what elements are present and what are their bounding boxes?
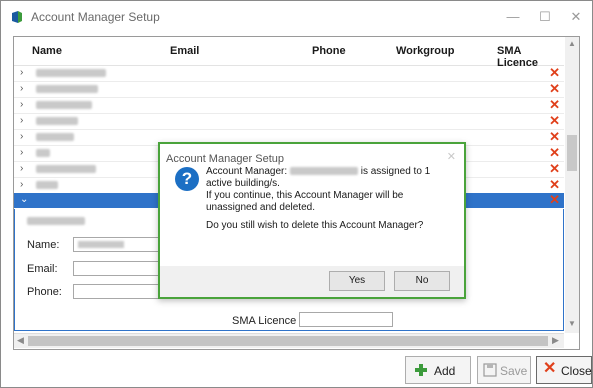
add-button-label: Add xyxy=(434,364,456,378)
minimize-button[interactable]: — xyxy=(499,7,527,27)
redacted-name-value xyxy=(78,241,124,248)
expand-icon[interactable]: › xyxy=(20,131,23,142)
scroll-left-icon[interactable]: ◀ xyxy=(17,335,24,346)
redacted-name xyxy=(36,101,92,109)
save-button-label: Save xyxy=(500,364,528,378)
column-header-name[interactable]: Name xyxy=(32,45,62,57)
window-close-button[interactable]: ✕ xyxy=(562,7,590,27)
table-row[interactable]: › ✕ xyxy=(14,65,564,82)
delete-icon[interactable]: ✕ xyxy=(549,145,560,161)
delete-icon[interactable]: ✕ xyxy=(549,129,560,145)
scroll-right-icon[interactable]: ▶ xyxy=(552,335,559,346)
vertical-scroll-thumb[interactable] xyxy=(567,135,577,171)
redacted-name xyxy=(36,133,74,141)
expand-icon[interactable]: › xyxy=(20,67,23,78)
account-manager-window: Account Manager Setup — ☐ ✕ Name Email P… xyxy=(0,0,593,388)
dialog-message: Account Manager: is assigned to 1 active… xyxy=(206,166,456,232)
sma-licence-label: SMA Licence : xyxy=(232,315,303,327)
delete-icon[interactable]: ✕ xyxy=(549,113,560,129)
plus-icon xyxy=(415,364,427,376)
phone-label: Phone: xyxy=(27,286,62,298)
save-button[interactable]: Save xyxy=(477,356,531,384)
redacted-name xyxy=(36,85,98,93)
redacted-name xyxy=(36,69,106,77)
delete-icon[interactable]: ✕ xyxy=(549,192,560,208)
collapse-icon[interactable]: ⌄ xyxy=(20,194,28,205)
name-label: Name: xyxy=(27,239,60,251)
delete-icon[interactable]: ✕ xyxy=(549,97,560,113)
sma-licence-field[interactable] xyxy=(299,312,393,327)
floppy-disk-icon xyxy=(483,363,497,377)
dialog-question: Do you still wish to delete this Account… xyxy=(206,220,424,231)
horizontal-scrollbar[interactable]: ◀ ▶ xyxy=(14,333,564,348)
table-row[interactable]: › ✕ xyxy=(14,81,564,98)
redacted-name xyxy=(36,165,96,173)
expand-icon[interactable]: › xyxy=(20,163,23,174)
email-label: Email: xyxy=(27,263,58,275)
delete-icon[interactable]: ✕ xyxy=(549,161,560,177)
scroll-up-icon[interactable]: ▲ xyxy=(565,39,579,48)
redacted-name xyxy=(36,181,58,189)
question-icon: ? xyxy=(175,167,199,191)
add-button[interactable]: Add xyxy=(405,356,471,384)
delete-icon[interactable]: ✕ xyxy=(549,81,560,97)
grid-header: Name Email Phone Workgroup SMA Licence xyxy=(14,37,564,69)
expand-icon[interactable]: › xyxy=(20,179,23,190)
window-title: Account Manager Setup xyxy=(31,10,160,24)
column-header-phone[interactable]: Phone xyxy=(312,45,346,57)
horizontal-scroll-thumb[interactable] xyxy=(28,336,548,346)
expand-icon[interactable]: › xyxy=(20,83,23,94)
expand-icon[interactable]: › xyxy=(20,115,23,126)
close-button-label: Close xyxy=(561,364,592,378)
close-x-icon: ✕ xyxy=(543,360,557,377)
close-button[interactable]: ✕ Close xyxy=(536,356,592,384)
dialog-close-button[interactable]: ✕ xyxy=(447,150,456,163)
delete-icon[interactable]: ✕ xyxy=(549,65,560,81)
yes-button[interactable]: Yes xyxy=(329,271,385,291)
title-bar: Account Manager Setup — ☐ ✕ xyxy=(1,1,592,33)
table-row[interactable]: › ✕ xyxy=(14,113,564,130)
expand-icon[interactable]: › xyxy=(20,99,23,110)
delete-icon[interactable]: ✕ xyxy=(549,177,560,193)
column-header-email[interactable]: Email xyxy=(170,45,199,57)
dialog-message-prefix: Account Manager: xyxy=(206,166,288,177)
no-button[interactable]: No xyxy=(394,271,450,291)
redacted-name xyxy=(36,149,50,157)
confirm-delete-dialog: Account Manager Setup ✕ ? Account Manage… xyxy=(158,142,466,299)
redacted-name xyxy=(36,117,78,125)
phone-field[interactable] xyxy=(73,284,159,299)
dialog-button-bar: Yes No xyxy=(160,266,464,297)
app-logo-icon xyxy=(12,11,22,23)
expand-icon[interactable]: › xyxy=(20,147,23,158)
dialog-title: Account Manager Setup xyxy=(166,153,285,165)
column-header-workgroup[interactable]: Workgroup xyxy=(396,45,454,57)
vertical-scrollbar[interactable]: ▲ ▼ xyxy=(565,37,579,333)
email-field[interactable] xyxy=(73,261,159,276)
name-field[interactable] xyxy=(73,237,159,252)
scroll-down-icon[interactable]: ▼ xyxy=(565,319,579,328)
redacted-manager-name xyxy=(289,167,358,176)
maximize-button[interactable]: ☐ xyxy=(531,7,559,27)
redacted-detail-title xyxy=(27,217,85,225)
table-row[interactable]: › ✕ xyxy=(14,97,564,114)
dialog-message-line2: If you continue, this Account Manager wi… xyxy=(206,190,404,213)
